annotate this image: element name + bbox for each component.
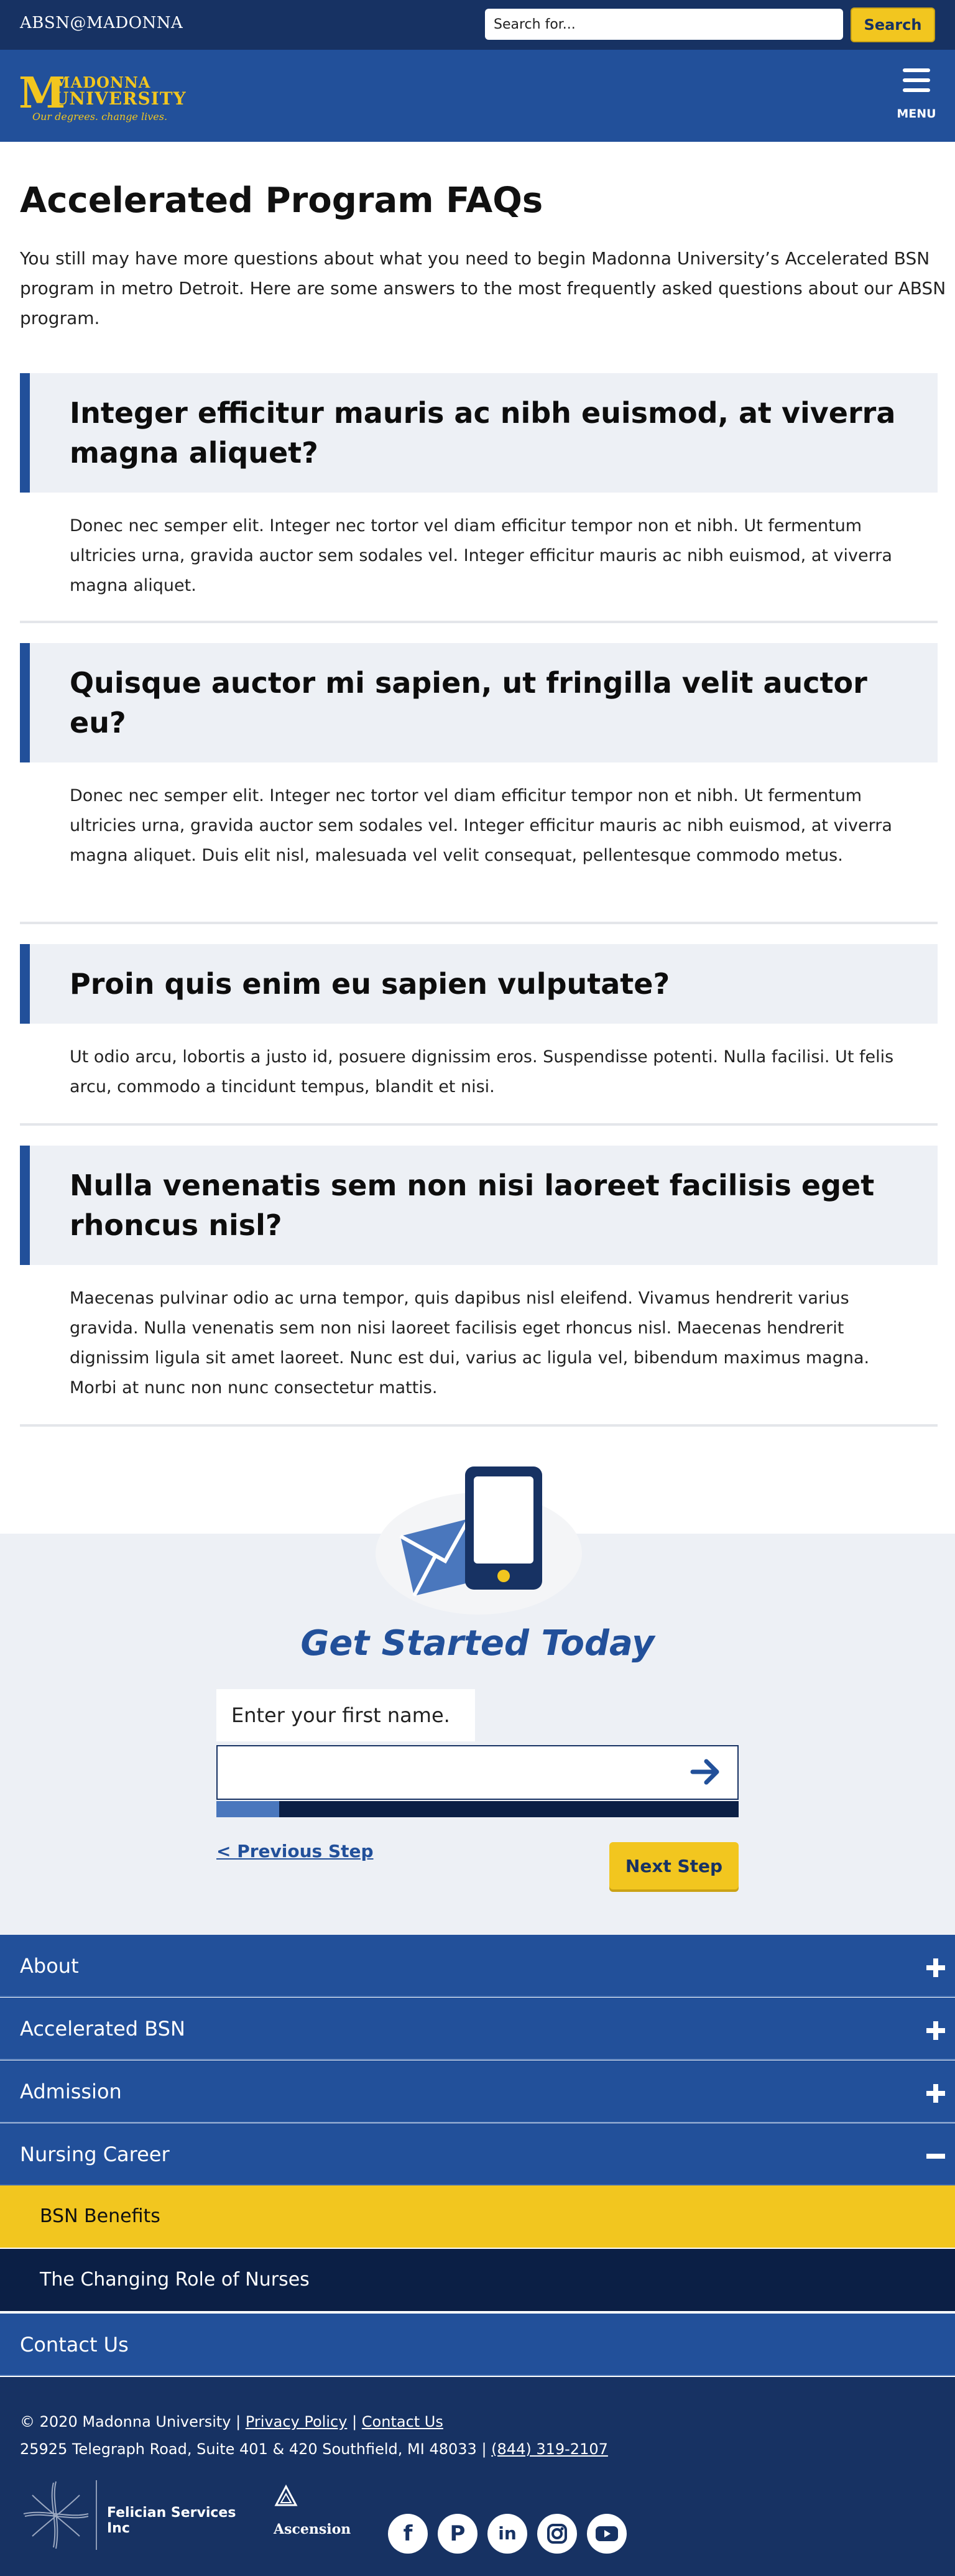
plus-icon — [926, 2084, 945, 2103]
faq-item: Quisque auctor mi sapien, ut fringilla v… — [20, 643, 938, 924]
nav-accordion-about[interactable]: About — [0, 1935, 955, 1997]
intro-text: You still may have more questions about … — [20, 248, 946, 328]
nav-item-label: Contact Us — [20, 2333, 129, 2356]
phone-icon — [465, 1466, 542, 1590]
ascension-logo[interactable]: Ascension — [274, 2484, 354, 2552]
nav-sub-item-changing-role[interactable]: The Changing Role of Nurses — [0, 2249, 955, 2311]
felician-cross-icon — [23, 2481, 89, 2549]
nav-item-contact-us[interactable]: Contact Us — [0, 2314, 955, 2376]
facebook-icon[interactable]: f — [388, 2514, 428, 2554]
first-name-input[interactable] — [218, 1746, 678, 1799]
instagram-icon[interactable] — [537, 2514, 577, 2554]
address-text: 25925 Telegraph Road, Suite 401 & 420 So… — [20, 2440, 487, 2458]
nav-accordion-admission[interactable]: Admission — [0, 2060, 955, 2123]
faq-answer: Ut odio arcu, lobortis a justo id, posue… — [70, 1047, 894, 1096]
faq-question: Quisque auctor mi sapien, ut fringilla v… — [70, 666, 867, 739]
privacy-policy-link[interactable]: Privacy Policy — [246, 2413, 348, 2430]
faq-question-box: Quisque auctor mi sapien, ut fringilla v… — [20, 643, 938, 762]
nav-accordion-label: Accelerated BSN — [20, 2017, 185, 2041]
ascension-mark-icon — [274, 2484, 298, 2506]
nav-sub-label: BSN Benefits — [40, 2205, 160, 2227]
site-header: M MADONNA UNIVERSITY Our degrees. change… — [0, 50, 955, 142]
previous-step-link[interactable]: < Previous Step — [216, 1841, 374, 1861]
faq-item: Nulla venenatis sem non nisi laoreet fac… — [20, 1146, 938, 1427]
faq-item: Integer efficitur mauris ac nibh euismod… — [20, 373, 938, 623]
footer-contact-link[interactable]: Contact Us — [362, 2413, 443, 2430]
nav-accordion-label: Admission — [20, 2080, 122, 2103]
logo-tagline: Our degrees. change lives. — [32, 111, 168, 123]
site-brand[interactable]: ABSN@MADONNA — [20, 14, 183, 32]
plus-icon — [926, 1958, 945, 1977]
first-name-label: Enter your first name. — [216, 1689, 475, 1741]
page-title: Accelerated Program FAQs — [20, 180, 543, 221]
faq-answer: Donec nec semper elit. Integer nec torto… — [70, 516, 892, 595]
logo-name-line2: UNIVERSITY — [53, 88, 187, 109]
search-button[interactable]: Search — [851, 7, 935, 42]
copyright-text: © 2020 Madonna University | — [20, 2413, 241, 2430]
faq-question: Proin quis enim eu sapien vulputate? — [70, 967, 670, 1001]
ascension-name: Ascension — [274, 2521, 351, 2537]
minus-icon — [926, 2147, 945, 2166]
logo-divider — [96, 2480, 97, 2550]
felician-name: Felician Services Inc — [107, 2505, 236, 2536]
faq-question: Integer efficitur mauris ac nibh euismod… — [70, 396, 896, 470]
site-footer: © 2020 Madonna University | Privacy Poli… — [0, 2377, 955, 2576]
faq-answer: Donec nec semper elit. Integer nec torto… — [70, 786, 892, 865]
footer-address-line: 25925 Telegraph Road, Suite 401 & 420 So… — [20, 2440, 608, 2458]
nav-accordion-nursing-career[interactable]: Nursing Career — [0, 2123, 955, 2185]
contact-illustration — [399, 1466, 542, 1597]
menu-button[interactable]: MENU — [889, 68, 941, 124]
felician-logo[interactable]: Felician Services Inc — [20, 2476, 244, 2554]
nav-accordion-label: About — [20, 1954, 79, 1978]
linkedin-icon[interactable]: in — [487, 2514, 527, 2554]
arrow-right-icon[interactable] — [688, 1756, 722, 1787]
top-bar: ABSN@MADONNA Search — [0, 0, 955, 50]
menu-label: MENU — [897, 107, 936, 121]
nav-sub-item-bsn-benefits[interactable]: BSN Benefits — [0, 2185, 955, 2248]
step-progress-fill — [216, 1801, 279, 1817]
nav-sub-label: The Changing Role of Nurses — [40, 2269, 310, 2291]
youtube-icon[interactable] — [587, 2514, 627, 2554]
search-input[interactable] — [485, 9, 843, 40]
phone-link[interactable]: (844) 319-2107 — [491, 2440, 608, 2458]
faq-item: Proin quis enim eu sapien vulputate? Ut … — [20, 944, 938, 1126]
university-logo[interactable]: M MADONNA UNIVERSITY Our degrees. change… — [19, 70, 186, 126]
pinterest-icon[interactable]: P — [438, 2514, 478, 2554]
footer-separator: | — [352, 2413, 358, 2430]
plus-icon — [926, 2021, 945, 2040]
faq-question-box: Nulla venenatis sem non nisi laoreet fac… — [20, 1146, 938, 1265]
first-name-field — [216, 1745, 739, 1800]
nav-accordion-label: Nursing Career — [20, 2143, 170, 2166]
faq-answer: Maecenas pulvinar odio ac urna tempor, q… — [70, 1289, 870, 1397]
faq-question-box: Proin quis enim eu sapien vulputate? — [20, 944, 938, 1024]
step-progress-bar — [216, 1801, 739, 1817]
faq-question: Nulla venenatis sem non nisi laoreet fac… — [70, 1169, 875, 1242]
footer-copyright-line: © 2020 Madonna University | Privacy Poli… — [20, 2413, 443, 2430]
nav-accordion-accelerated-bsn[interactable]: Accelerated BSN — [0, 1998, 955, 2060]
next-step-button[interactable]: Next Step — [609, 1842, 739, 1889]
faq-question-box: Integer efficitur mauris ac nibh euismod… — [20, 373, 938, 493]
get-started-title: Get Started Today — [300, 1623, 655, 1664]
